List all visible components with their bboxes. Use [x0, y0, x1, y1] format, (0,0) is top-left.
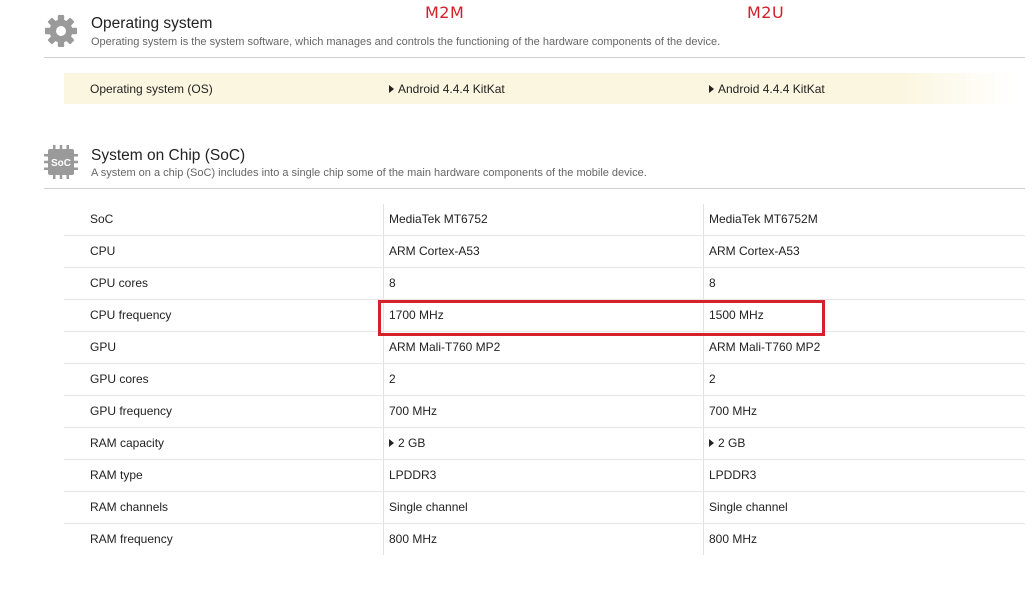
spec-value-text: 8 [389, 276, 396, 290]
spec-value-text: 800 MHz [709, 532, 758, 546]
spec-value-text: 2 GB [718, 436, 746, 450]
spec-value-text: Single channel [709, 500, 788, 514]
spec-value-text: LPDDR3 [389, 468, 437, 482]
spec-value-text: 800 MHz [389, 532, 438, 546]
spec-label: RAM frequency [90, 532, 173, 546]
gear-icon [44, 14, 78, 48]
table-row: CPU cores 8 8 [64, 268, 1025, 300]
table-row: RAM frequency 800 MHz 800 MHz [64, 524, 1025, 555]
table-row: GPU cores 2 2 [64, 364, 1025, 396]
spec-value-m2m: LPDDR3 [389, 460, 436, 491]
spec-value-text: 8 [709, 276, 716, 290]
table-row: SoC MediaTek MT6752 MediaTek MT6752M [64, 204, 1025, 236]
spec-label: GPU cores [90, 372, 149, 386]
table-row: GPU frequency 700 MHz 700 MHz [64, 396, 1025, 428]
spec-value-text: ARM Cortex-A53 [709, 244, 800, 258]
spec-value-text: LPDDR3 [709, 468, 757, 482]
soc-section-title: System on Chip (SoC) [91, 147, 246, 164]
spec-label: CPU frequency [90, 308, 172, 322]
spec-value-m2u: 2 [709, 364, 716, 395]
spec-label: RAM type [90, 468, 143, 482]
os-section-title: Operating system [91, 15, 213, 32]
soc-spec-table: SoC MediaTek MT6752 MediaTek MT6752M CPU ARM… [64, 204, 1025, 555]
spec-label: CPU cores [90, 276, 149, 290]
spec-label: GPU [90, 340, 117, 354]
spec-value-text: ARM Mali-T760 MP2 [709, 340, 821, 354]
spec-value-m2m: Single channel [389, 492, 468, 523]
spec-value-m2u: 8 [709, 268, 716, 299]
spec-label: RAM channels [90, 500, 169, 514]
soc-icon-label: SoC [51, 158, 71, 169]
spec-value-m2m: ARM Cortex-A53 [389, 236, 480, 267]
spec-label: CPU [90, 244, 116, 258]
os-m2m-text: Android 4.4.4 KitKat [398, 82, 505, 96]
spec-value-m2m: 2 [389, 364, 396, 395]
expand-arrow-icon [389, 439, 394, 447]
spec-value-text: ARM Mali-T760 MP2 [389, 340, 501, 354]
spec-value-m2u: 700 MHz [709, 396, 757, 427]
expand-arrow-icon [709, 439, 714, 447]
spec-value-text: 700 MHz [709, 404, 758, 418]
spec-label: RAM capacity [90, 436, 165, 450]
table-row: RAM type LPDDR3 LPDDR3 [64, 460, 1025, 492]
spec-value-text: ARM Cortex-A53 [389, 244, 480, 258]
highlight-box [378, 300, 825, 336]
soc-section-description: A system on a chip (SoC) includes into a… [91, 167, 647, 179]
table-row: CPU ARM Cortex-A53 ARM Cortex-A53 [64, 236, 1025, 268]
spec-value-m2u: 800 MHz [709, 524, 757, 555]
os-section-header: Operating system Operating system is the… [44, 8, 1025, 58]
os-row: Operating system (OS) Android 4.4.4 KitK… [64, 73, 1014, 104]
spec-value-m2m: 800 MHz [389, 524, 437, 555]
spec-value-m2m: 8 [389, 268, 396, 299]
table-row: RAM capacity 2 GB 2 GB [64, 428, 1025, 460]
spec-value-m2u: LPDDR3 [709, 460, 756, 491]
os-row-label: Operating system (OS) [90, 82, 213, 96]
spec-value-m2u: ARM Mali-T760 MP2 [709, 332, 820, 363]
soc-chip-icon: SoC [44, 145, 78, 179]
spec-value-text: 2 [709, 372, 716, 386]
table-row: RAM channels Single channel Single channel [64, 492, 1025, 524]
spec-label: SoC [90, 212, 114, 226]
spec-label: GPU frequency [90, 404, 173, 418]
spec-value-m2u[interactable]: 2 GB [709, 428, 745, 459]
table-row: GPU ARM Mali-T760 MP2 ARM Mali-T760 MP2 [64, 332, 1025, 364]
spec-value-m2u: MediaTek MT6752M [709, 204, 818, 235]
os-section-description: Operating system is the system software,… [91, 36, 721, 48]
spec-value-m2m: 700 MHz [389, 396, 437, 427]
spec-value-m2m: MediaTek MT6752 [389, 204, 488, 235]
spec-value-m2m[interactable]: 2 GB [389, 428, 425, 459]
os-row-m2m-value[interactable]: Android 4.4.4 KitKat [389, 82, 505, 96]
soc-section-header: SoC System on Chip (SoC) A system on a c… [44, 140, 1025, 189]
spec-value-m2u: ARM Cortex-A53 [709, 236, 800, 267]
os-m2u-text: Android 4.4.4 KitKat [718, 82, 825, 96]
expand-arrow-icon [709, 85, 714, 93]
spec-value-text: 700 MHz [389, 404, 438, 418]
spec-value-text: 2 [389, 372, 396, 386]
spec-value-m2m: ARM Mali-T760 MP2 [389, 332, 500, 363]
spec-value-text: 2 GB [398, 436, 426, 450]
spec-value-text: MediaTek MT6752 [389, 212, 488, 226]
os-row-m2u-value[interactable]: Android 4.4.4 KitKat [709, 82, 825, 96]
expand-arrow-icon [389, 85, 394, 93]
spec-value-text: MediaTek MT6752M [709, 212, 818, 226]
spec-value-m2u: Single channel [709, 492, 788, 523]
spec-value-text: Single channel [389, 500, 468, 514]
